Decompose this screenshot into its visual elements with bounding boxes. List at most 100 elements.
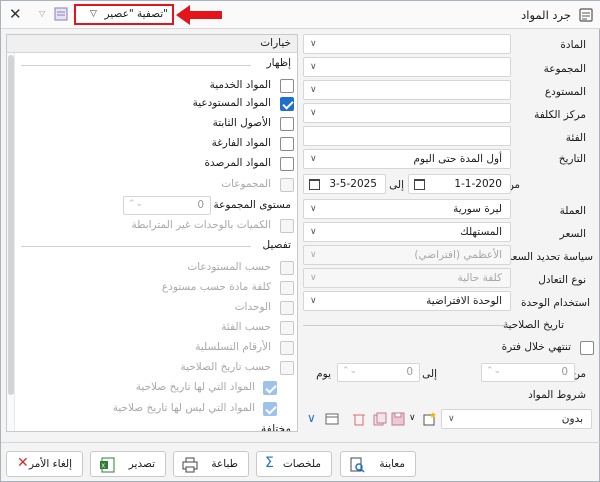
conditions-label: شروط المواد: [528, 389, 586, 401]
with-expiry-checkbox[interactable]: [263, 381, 277, 395]
chevron-down-icon: ∨: [310, 273, 317, 283]
warehouse-materials-checkbox[interactable]: [280, 97, 294, 111]
option-label: الأرقام التسلسلية: [195, 341, 271, 353]
price-policy-select[interactable]: الأعظمي (افتراضي) ∨: [303, 245, 511, 265]
option-label: حسب الفئة: [221, 321, 271, 333]
chevron-down-icon: ∨: [310, 62, 317, 72]
cost-center-label: مركز الكلفة: [534, 109, 586, 121]
print-button[interactable]: طباعة: [173, 451, 249, 477]
group-select[interactable]: ∨: [303, 57, 511, 77]
service-materials-checkbox[interactable]: [280, 79, 294, 93]
cancel-button[interactable]: ✕ إلغاء الأمر: [6, 451, 83, 477]
serial-numbers-checkbox[interactable]: [280, 341, 294, 355]
exp-from-spinner[interactable]: ⌃⌄ 0: [481, 363, 575, 382]
summaries-label: ملخصات: [282, 458, 321, 470]
panel-icon[interactable]: [325, 412, 339, 426]
by-warehouses-checkbox[interactable]: [280, 261, 294, 275]
date-from-value: 1-1-2020: [454, 178, 502, 190]
options-panel: خيارات إظهار المواد الخدمية المواد المست…: [6, 34, 298, 432]
chevron-down-icon: ∨: [310, 250, 317, 260]
spinner-arrows-icon[interactable]: ⌃⌄: [486, 366, 501, 376]
material-cost-by-warehouse-checkbox[interactable]: [280, 281, 294, 295]
currency-value: ليرة سورية: [453, 203, 502, 215]
sigma-icon: Σ: [265, 455, 274, 471]
preview-button[interactable]: معاينة: [340, 451, 416, 477]
price-select[interactable]: المستهلك ∨: [303, 222, 511, 242]
option-label: المواد التي لها تاريخ صلاحية: [135, 381, 255, 393]
price-policy-value: الأعظمي (افتراضي): [414, 249, 502, 261]
filter-dropdown[interactable]: ▽ تصفية "عصير": [74, 4, 174, 25]
groups-checkbox[interactable]: [280, 178, 294, 192]
date-range-select[interactable]: أول المدة حتى اليوم ∨: [303, 149, 511, 169]
chevron-down-icon[interactable]: ∨: [307, 411, 316, 425]
save-icon[interactable]: [391, 412, 405, 426]
spinner-arrows-icon[interactable]: ⌃⌄: [128, 199, 143, 209]
warehouse-label: المستودع: [544, 86, 586, 98]
chevron-down-icon: ∨: [310, 39, 317, 49]
spinner-arrows-icon[interactable]: ⌃⌄: [342, 366, 357, 376]
calendar-icon[interactable]: [414, 179, 425, 190]
expires-within-checkbox[interactable]: [580, 341, 594, 355]
without-expiry-checkbox[interactable]: [263, 402, 277, 416]
category-input[interactable]: [303, 126, 511, 146]
divider: [21, 246, 251, 247]
by-category-checkbox[interactable]: [280, 321, 294, 335]
group-level-spinner[interactable]: ⌃⌄ 0: [123, 196, 211, 215]
units-checkbox[interactable]: [280, 301, 294, 315]
add-condition-icon[interactable]: [421, 411, 437, 427]
price-policy-label: سياسة تحديد السعر: [506, 251, 593, 263]
group-level-label: مستوى المجموعة: [213, 199, 292, 211]
cost-center-select[interactable]: ∨: [303, 103, 511, 123]
option-label: المواد التي ليس لها تاريخ صلاحية: [112, 402, 255, 414]
material-select[interactable]: ∨: [303, 34, 511, 54]
unit-usage-select[interactable]: الوحدة الافتراضية ∨: [303, 291, 511, 311]
option-label: المواد الفارغة: [211, 137, 271, 149]
chevron-down-icon: ∨: [310, 227, 317, 237]
exp-to-label: إلى: [422, 368, 437, 380]
empty-materials-checkbox[interactable]: [280, 137, 294, 151]
calendar-icon[interactable]: [309, 179, 320, 190]
option-label: المواد الخدمية: [209, 79, 271, 91]
chevron-down-icon[interactable]: ∨: [409, 413, 416, 423]
fixed-assets-checkbox[interactable]: [280, 117, 294, 131]
summaries-button[interactable]: Σ ملخصات: [256, 451, 332, 477]
export-button[interactable]: x تصدير: [90, 451, 166, 477]
filter-label: تصفية "عصير": [104, 8, 168, 20]
close-icon[interactable]: ✕: [9, 5, 22, 23]
stocked-materials-checkbox[interactable]: [280, 157, 294, 171]
exp-to-value: 0: [406, 366, 413, 378]
inventory-report-icon: [579, 8, 593, 22]
material-label: المادة: [560, 39, 586, 51]
category-label: الفئة: [565, 132, 586, 144]
conditions-select[interactable]: بدون ∨: [441, 409, 592, 429]
chevron-down-icon: ▽: [90, 9, 97, 19]
options-scrollbar[interactable]: [7, 53, 15, 431]
copy-icon[interactable]: [373, 412, 387, 426]
report-window: جرد المواد ✕ ▽ ▽ تصفية "عصير" المادة ∨ ا…: [0, 0, 600, 482]
date-from-picker[interactable]: 1-1-2020: [408, 174, 511, 194]
by-expiry-checkbox[interactable]: [280, 361, 294, 375]
unit-usage-value: الوحدة الافتراضية: [426, 295, 502, 307]
exp-to-spinner[interactable]: ⌃⌄ 0: [337, 363, 420, 382]
date-label: التاريخ: [558, 153, 586, 165]
currency-select[interactable]: ليرة سورية ∨: [303, 199, 511, 219]
exp-from-value: 0: [561, 366, 568, 378]
print-label: طباعة: [211, 458, 238, 470]
svg-text:x: x: [102, 463, 106, 470]
detail-section-title: تفصيل: [262, 239, 291, 251]
date-to-picker[interactable]: 3-5-2025: [303, 174, 386, 194]
price-label: السعر: [559, 228, 586, 240]
filter-icon[interactable]: [53, 6, 69, 22]
unrelated-units-checkbox[interactable]: [280, 219, 294, 233]
equiv-type-select[interactable]: كلفة حالية ∨: [303, 268, 511, 288]
option-label: المواد المستودعية: [192, 97, 271, 109]
scrollbar-thumb[interactable]: [8, 55, 14, 395]
option-label: المجموعات: [221, 178, 271, 190]
chevron-down-icon: ∨: [310, 296, 317, 306]
warehouse-select[interactable]: ∨: [303, 80, 511, 100]
chevron-down-icon[interactable]: ▽: [39, 9, 45, 18]
footer-divider: [1, 442, 600, 443]
delete-icon[interactable]: [353, 412, 365, 426]
window-title: جرد المواد: [521, 8, 571, 22]
group-label: المجموعة: [543, 63, 586, 75]
